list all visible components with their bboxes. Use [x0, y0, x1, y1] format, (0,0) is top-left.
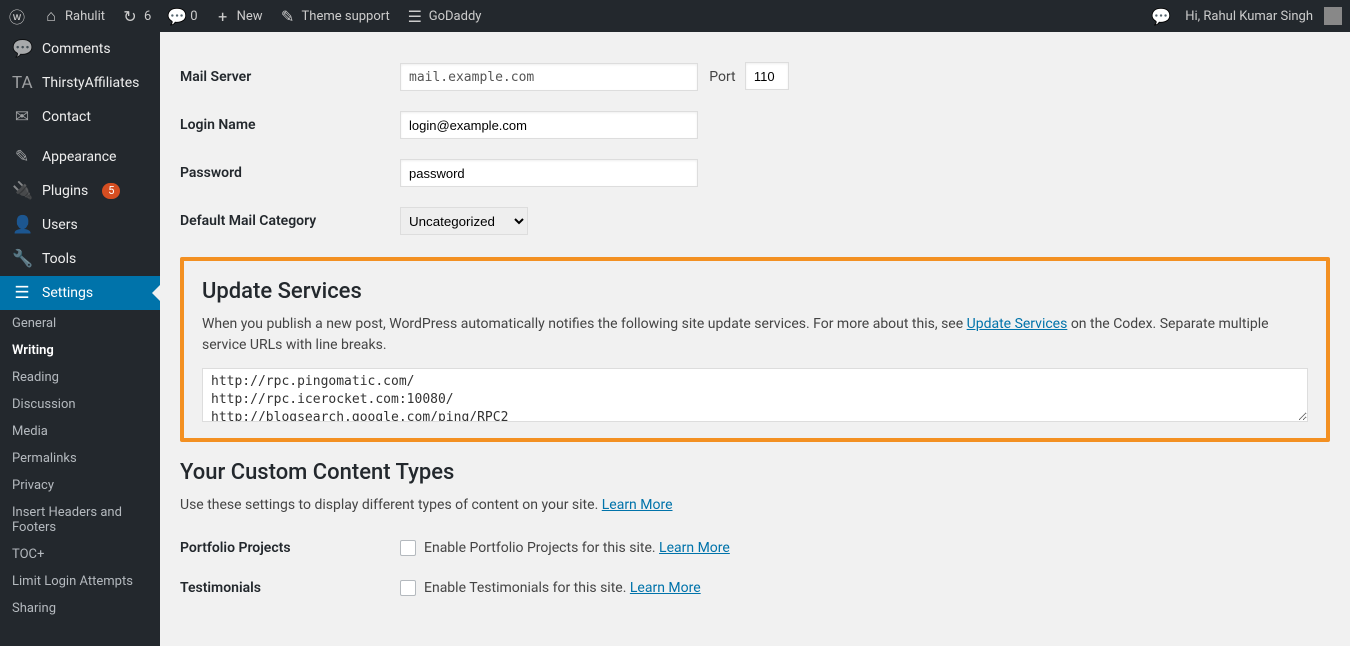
main-content: Mail Server Port Login Name Password Def… — [160, 32, 1350, 646]
updates-count: 6 — [144, 9, 151, 24]
plugins-badge: 5 — [102, 183, 120, 199]
sidebar-item-settings[interactable]: ☰ Settings — [0, 276, 160, 310]
site-name[interactable]: ⌂Rahulit — [34, 0, 113, 32]
sub-media[interactable]: Media — [0, 418, 160, 445]
user-icon: 👤 — [12, 215, 32, 235]
avatar — [1324, 7, 1342, 25]
sub-reading[interactable]: Reading — [0, 364, 160, 391]
update-services-section: Update Services When you publish a new p… — [180, 257, 1330, 442]
comments-count[interactable]: 💬0 — [159, 0, 205, 32]
password-input[interactable] — [400, 159, 698, 187]
mail-server-input[interactable] — [400, 63, 698, 91]
sidebar-item-appearance[interactable]: ✎ Appearance — [0, 140, 160, 174]
theme-support-label: Theme support — [302, 9, 390, 24]
sidebar-item-comments[interactable]: 💬 Comments — [0, 32, 160, 66]
port-label: Port — [709, 69, 735, 85]
comment-icon: 💬 — [12, 39, 32, 59]
new-content[interactable]: +New — [206, 0, 271, 32]
sidebar-item-contact[interactable]: ✉ Contact — [0, 100, 160, 134]
wrench-icon: 🔧 — [12, 249, 32, 269]
sidebar-item-thirsty[interactable]: TA ThirstyAffiliates — [0, 66, 160, 100]
cct-desc-text: Use these settings to display different … — [180, 497, 602, 513]
testimonials-label: Testimonials — [180, 568, 400, 608]
godaddy-label: GoDaddy — [429, 9, 482, 24]
label: ThirstyAffiliates — [42, 75, 139, 91]
sidebar-item-plugins[interactable]: 🔌 Plugins 5 — [0, 174, 160, 208]
sub-lla[interactable]: Limit Login Attempts — [0, 568, 160, 595]
testimonials-checkbox[interactable] — [400, 580, 416, 596]
testimonials-learn-more[interactable]: Learn More — [630, 580, 701, 596]
comments-num: 0 — [190, 9, 197, 24]
cct-title: Your Custom Content Types — [180, 460, 1330, 485]
sidebar-item-tools[interactable]: 🔧 Tools — [0, 242, 160, 276]
desc-text-1: When you publish a new post, WordPress a… — [202, 316, 967, 332]
new-label: New — [237, 9, 263, 24]
portfolio-learn-more[interactable]: Learn More — [659, 540, 730, 556]
label: Comments — [42, 41, 111, 57]
portfolio-label: Portfolio Projects — [180, 528, 400, 568]
label: Tools — [42, 251, 76, 267]
cct-desc: Use these settings to display different … — [180, 495, 1330, 516]
label: Contact — [42, 109, 91, 125]
plug-icon: 🔌 — [12, 181, 32, 201]
wp-logo[interactable]: ⓦ — [0, 0, 34, 32]
label: Plugins — [42, 183, 88, 199]
sub-writing[interactable]: Writing — [0, 337, 160, 364]
admin-topbar: ⓦ ⌂Rahulit ↻6 💬0 +New ✎Theme support ☰Go… — [0, 0, 1350, 32]
sub-privacy[interactable]: Privacy — [0, 472, 160, 499]
link-icon: TA — [12, 73, 32, 93]
password-label: Password — [180, 149, 400, 197]
label: Settings — [42, 285, 93, 301]
brush-icon: ✎ — [12, 147, 32, 167]
mail-category-label: Default Mail Category — [180, 197, 400, 245]
sidebar-item-users[interactable]: 👤 Users — [0, 208, 160, 242]
cct-learn-more[interactable]: Learn More — [602, 497, 673, 513]
user-greeting[interactable]: Hi, Rahul Kumar Singh — [1177, 0, 1350, 32]
mail-category-select[interactable]: Uncategorized — [400, 207, 528, 235]
update-services-link[interactable]: Update Services — [967, 316, 1068, 332]
sub-discussion[interactable]: Discussion — [0, 391, 160, 418]
portfolio-checkbox[interactable] — [400, 540, 416, 556]
mail-server-label: Mail Server — [180, 52, 400, 101]
mail-icon: ✉ — [12, 107, 32, 127]
sub-toc[interactable]: TOC+ — [0, 541, 160, 568]
login-name-input[interactable] — [400, 111, 698, 139]
update-services-desc: When you publish a new post, WordPress a… — [202, 314, 1308, 356]
label: Users — [42, 217, 78, 233]
sub-ihf[interactable]: Insert Headers and Footers — [0, 499, 160, 541]
sliders-icon: ☰ — [12, 283, 32, 303]
login-name-label: Login Name — [180, 101, 400, 149]
sub-permalinks[interactable]: Permalinks — [0, 445, 160, 472]
updates[interactable]: ↻6 — [113, 0, 159, 32]
godaddy[interactable]: ☰GoDaddy — [398, 0, 490, 32]
site-name-text: Rahulit — [65, 9, 105, 24]
testimonials-text: Enable Testimonials for this site. — [424, 580, 630, 596]
update-services-textarea[interactable] — [202, 368, 1308, 422]
admin-sidebar: 💬 Comments TA ThirstyAffiliates ✉ Contact ✎… — [0, 32, 160, 646]
notifications[interactable]: 💬 — [1143, 0, 1177, 32]
portfolio-text: Enable Portfolio Projects for this site. — [424, 540, 659, 556]
greeting-text: Hi, Rahul Kumar Singh — [1185, 9, 1313, 24]
theme-support[interactable]: ✎Theme support — [271, 0, 398, 32]
sub-general[interactable]: General — [0, 310, 160, 337]
update-services-title: Update Services — [202, 279, 1308, 304]
label: Appearance — [42, 149, 116, 165]
port-input[interactable] — [745, 62, 789, 90]
sub-sharing[interactable]: Sharing — [0, 595, 160, 622]
